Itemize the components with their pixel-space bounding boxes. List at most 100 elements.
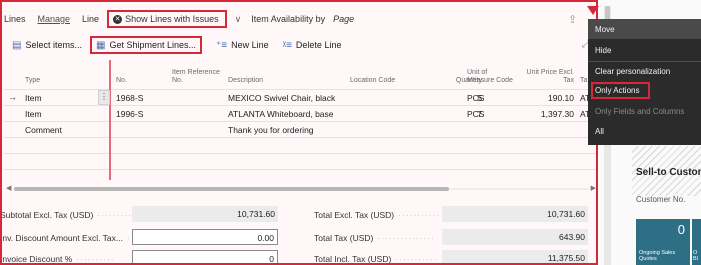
x-circle-icon: ✕: [113, 14, 123, 24]
cell-description[interactable]: MEXICO Swivel Chair, black: [228, 93, 335, 103]
column-header-uom-line1: Unit of: [467, 69, 488, 76]
scroll-left-icon[interactable]: ◀: [6, 184, 11, 192]
sales-lines-part: Lines Manage Line ✕ Show Lines with Issu…: [0, 0, 598, 265]
only-actions-highlight-box: [591, 82, 650, 99]
new-line-label: New Line: [231, 40, 269, 50]
row-arrow-icon: →: [8, 92, 17, 102]
get-shipment-lines-label: Get Shipment Lines...: [109, 40, 196, 50]
invoice-discount-pct-input[interactable]: 0: [132, 250, 278, 263]
column-header-item-reference-line2: No.: [172, 77, 183, 84]
tab-lines[interactable]: Lines: [4, 14, 26, 24]
second-tile[interactable]: O Bl: [692, 219, 701, 265]
delete-line-button[interactable]: ᵡ≡ Delete Line: [283, 40, 342, 51]
item-availability-button[interactable]: Item Availability by: [251, 14, 325, 24]
column-header-unit-price[interactable]: Unit Price Excl. Tax: [524, 69, 574, 85]
column-header-no[interactable]: No.: [116, 77, 127, 85]
column-header-type[interactable]: Type: [25, 77, 40, 85]
new-line-button[interactable]: ⁺≡ New Line: [216, 40, 269, 51]
column-header-price-line2: Tax: [563, 77, 574, 84]
menu-divider: [588, 61, 701, 62]
cell-type[interactable]: Item: [25, 109, 42, 119]
share-icon[interactable]: ⇪: [568, 13, 577, 26]
row-divider: [4, 105, 596, 106]
total-excl-label-text: Total Excl. Tax (USD): [314, 210, 395, 220]
chevron-down-icon[interactable]: ∨: [235, 14, 242, 25]
total-excl-label: Total Excl. Tax (USD) ···········: [314, 210, 441, 220]
select-items-label: Select items...: [25, 40, 82, 50]
total-incl-value: 11,375.50: [442, 250, 588, 263]
scroll-right-icon[interactable]: ▶: [591, 184, 596, 192]
column-header-unit-of-measure[interactable]: Unit of Measure Code: [467, 69, 513, 85]
menu-item-hide[interactable]: Hide: [595, 46, 611, 55]
column-header-location-code[interactable]: Location Code: [350, 77, 395, 85]
cell-uom[interactable]: PCS: [467, 109, 484, 119]
lines-tabbar: Lines Manage Line ✕ Show Lines with Issu…: [4, 10, 354, 28]
select-items-button[interactable]: ▤ Select items...: [12, 40, 82, 51]
subtotal-label-text: Subtotal Excl. Tax (USD): [0, 210, 94, 220]
scroll-thumb[interactable]: [14, 187, 449, 191]
total-tax-label: Total Tax (USD) ···············: [314, 233, 435, 243]
customer-no-label: Customer No.: [636, 195, 686, 204]
cell-uom[interactable]: PCS: [467, 93, 484, 103]
column-header-price-line1: Unit Price Excl.: [526, 69, 574, 76]
header-divider: [4, 89, 596, 90]
row-divider: [4, 153, 596, 154]
column-freeze-divider[interactable]: [109, 60, 111, 180]
inv-discount-label: Inv. Discount Amount Excl. Tax... ·: [0, 233, 131, 243]
row-divider: [4, 121, 596, 122]
row-divider: [4, 169, 596, 170]
cell-no[interactable]: 1968-S: [116, 93, 143, 103]
total-excl-value: 10,731.60: [442, 206, 588, 222]
cell-description[interactable]: ATLANTA Whiteboard, base: [228, 109, 334, 119]
cell-type[interactable]: Item: [25, 93, 42, 103]
total-tax-label-text: Total Tax (USD): [314, 233, 374, 243]
cell-no[interactable]: 1996-S: [116, 109, 143, 119]
column-header-item-reference-line1: Item Reference: [172, 69, 220, 76]
delete-line-label: Delete Line: [295, 40, 342, 50]
tile-label-line2: Bl: [693, 256, 698, 262]
subtotal-value: 10,731.60: [132, 206, 278, 222]
inv-discount-input[interactable]: 0.00: [132, 229, 278, 245]
show-issues-label: Show Lines with Issues: [125, 14, 219, 24]
shipment-lines-icon: ▦: [95, 39, 106, 51]
menu-item-all[interactable]: All: [595, 127, 604, 136]
tile-label: Ongoing Sales Quotes: [639, 250, 675, 262]
column-header-tax-partial[interactable]: Ta: [580, 77, 587, 85]
tab-manage[interactable]: Manage: [38, 14, 71, 24]
column-header-uom-line2: Measure Code: [467, 77, 513, 84]
column-header-item-reference[interactable]: Item Reference No.: [172, 69, 220, 85]
get-shipment-lines-button[interactable]: ▦ Get Shipment Lines...: [89, 36, 202, 54]
column-header-description[interactable]: Description: [228, 77, 263, 85]
new-line-icon: ⁺≡: [215, 39, 228, 51]
menu-item-only-fields-and-columns: Only Fields and Columns: [595, 107, 685, 116]
subtotal-label: Subtotal Excl. Tax (USD) ··········: [0, 210, 136, 220]
cell-description[interactable]: Thank you for ordering: [228, 125, 314, 135]
tab-line[interactable]: Line: [82, 14, 99, 24]
total-incl-label-text: Total Incl. Tax (USD): [314, 254, 392, 264]
cell-unit-price[interactable]: 1,397.30: [524, 109, 574, 119]
menu-item-move[interactable]: Move: [595, 25, 615, 34]
show-lines-with-issues-button[interactable]: ✕ Show Lines with Issues: [107, 10, 227, 28]
menu-item-clear-personalization[interactable]: Clear personalization: [595, 67, 670, 76]
total-tax-value: 643.90: [442, 229, 588, 245]
menu-pointer-icon: [587, 6, 599, 15]
cell-type[interactable]: Comment: [25, 125, 62, 135]
page-label[interactable]: Page: [333, 14, 354, 24]
delete-line-icon: ᵡ≡: [282, 39, 292, 51]
tile-count: 0: [677, 222, 685, 237]
sell-to-customer-title: Sell-to Custon: [636, 167, 701, 178]
row-menu-icon[interactable]: ⋮: [98, 90, 110, 105]
cell-unit-price[interactable]: 190.10: [524, 93, 574, 103]
invoice-discount-pct-label: Invoice Discount % ··········: [0, 254, 115, 264]
invoice-discount-pct-label-text: Invoice Discount %: [0, 254, 73, 264]
part-context-menu: Move Hide Clear personalization Only Act…: [588, 19, 701, 145]
lines-action-bar: ▤ Select items... ▦ Get Shipment Lines..…: [12, 36, 355, 54]
tile-label: O Bl: [693, 250, 698, 262]
ongoing-sales-quotes-tile[interactable]: 0 Ongoing Sales Quotes: [636, 219, 690, 265]
row-divider: [4, 137, 596, 138]
select-items-icon: ▤: [12, 39, 22, 51]
tile-label-line2: Quotes: [639, 256, 657, 262]
total-incl-label: Total Incl. Tax (USD) ···········: [314, 254, 438, 264]
inv-discount-label-text: Inv. Discount Amount Excl. Tax...: [0, 233, 123, 243]
horizontal-scrollbar[interactable]: ◀ ▶: [6, 184, 596, 192]
